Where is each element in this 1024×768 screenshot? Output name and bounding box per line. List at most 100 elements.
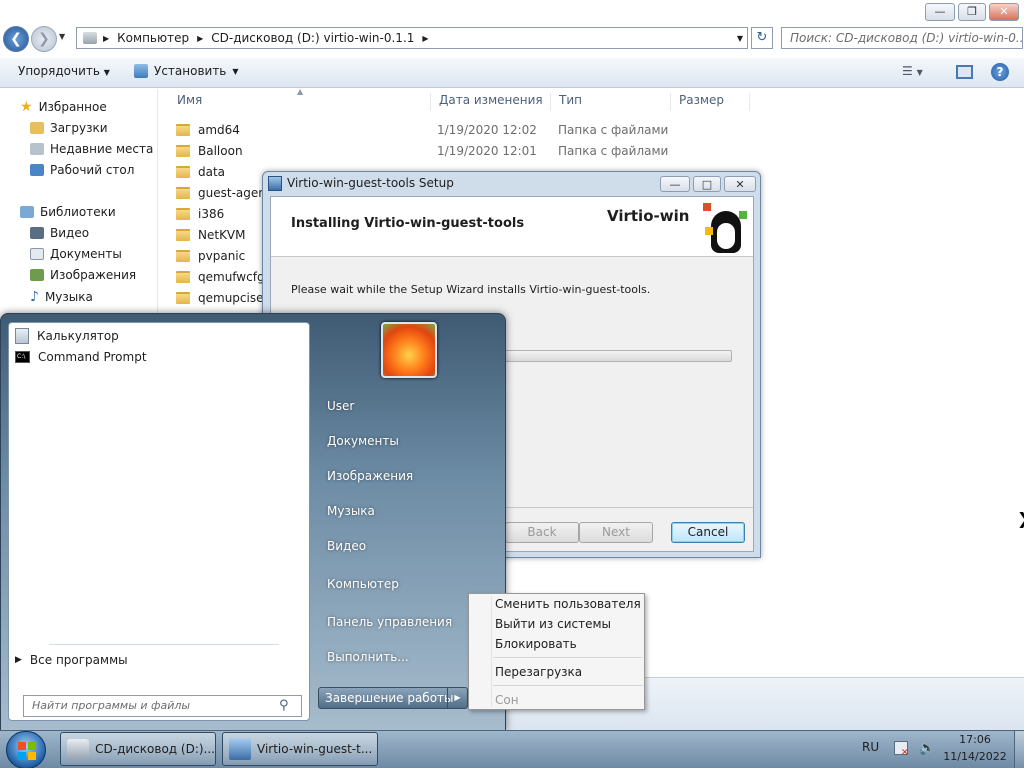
resize-cursor-icon: ❯ xyxy=(1017,509,1024,528)
nav-documents[interactable]: Документы xyxy=(30,247,122,261)
search-icon[interactable]: ⚲ xyxy=(279,698,289,713)
menu-gutter xyxy=(491,596,492,707)
right-user[interactable]: User xyxy=(327,399,354,413)
column-date[interactable]: Дата изменения xyxy=(430,93,543,111)
column-type[interactable]: Тип xyxy=(550,93,582,111)
nav-music[interactable]: ♪ Музыка xyxy=(30,289,93,305)
nav-desktop[interactable]: Рабочий стол xyxy=(30,163,134,177)
address-dropdown-icon[interactable]: ▼ xyxy=(737,34,743,43)
folder-icon xyxy=(176,249,190,262)
search-input[interactable]: Поиск: CD-дисковод (D:) virtio-win-0... xyxy=(781,27,1023,49)
restore-button[interactable]: ❐ xyxy=(958,3,986,21)
right-run[interactable]: Выполнить... xyxy=(327,650,409,664)
file-name: Balloon xyxy=(198,143,243,158)
column-headers: ▲ Имя Дата изменения Тип Размер xyxy=(159,87,1024,113)
start-menu: Калькулятор C:\ Command Prompt ▶ Все прогр… xyxy=(0,313,506,731)
right-control-panel[interactable]: Панель управления xyxy=(327,615,452,629)
install-menu[interactable]: Установить ▼ xyxy=(134,64,239,78)
start-button[interactable] xyxy=(6,731,46,768)
clock-date[interactable]: 11/14/2022 xyxy=(940,750,1010,763)
nav-libraries[interactable]: Библиотеки xyxy=(20,205,116,219)
tux-logo-icon xyxy=(703,203,749,253)
folder-icon xyxy=(176,270,190,283)
volume-icon[interactable]: 🔈 xyxy=(919,741,935,756)
close-button[interactable]: ✕ xyxy=(724,176,756,192)
menu-item-switch-user[interactable]: Сменить пользователя xyxy=(495,597,641,611)
program-calculator[interactable]: Калькулятор xyxy=(15,328,119,344)
program-command-prompt[interactable]: C:\ Command Prompt xyxy=(15,350,147,364)
address-bar[interactable]: ▶ Компьютер ▶ CD-дисковод (D:) virtio-wi… xyxy=(76,27,748,49)
nav-label: Документы xyxy=(50,247,122,261)
taskbar-item-setup[interactable]: Virtio-win-guest-t... xyxy=(222,732,378,766)
refresh-icon[interactable]: ↻ xyxy=(751,27,773,49)
preview-pane-icon[interactable] xyxy=(956,65,973,79)
breadcrumb-drive[interactable]: CD-дисковод (D:) virtio-win-0.1.1 xyxy=(211,31,414,45)
breadcrumb-computer[interactable]: Компьютер xyxy=(117,31,189,45)
brand-label: Virtio-win xyxy=(607,207,690,225)
column-name[interactable]: Имя xyxy=(169,93,202,111)
recent-pages-chevron-icon[interactable]: ▼ xyxy=(59,32,65,41)
list-item[interactable]: Balloon 1/19/2020 12:01 Папка с файлами xyxy=(176,140,696,161)
show-desktop-button[interactable] xyxy=(1014,731,1024,768)
breadcrumb-chevron-icon[interactable]: ▶ xyxy=(422,34,428,43)
cd-drive-icon xyxy=(67,739,90,759)
install-label: Установить xyxy=(154,64,227,78)
recent-places-icon xyxy=(30,143,44,155)
right-computer[interactable]: Компьютер xyxy=(327,577,399,591)
start-search-input[interactable]: Найти программы и файлы xyxy=(23,695,302,717)
next-button[interactable]: Next xyxy=(579,522,653,543)
back-button[interactable]: ❮ xyxy=(3,26,29,52)
windows-logo-icon xyxy=(18,742,26,750)
dropdown-arrow-icon: ▼ xyxy=(232,66,239,76)
minimize-button[interactable]: — xyxy=(660,176,690,192)
menu-item-restart[interactable]: Перезагрузка xyxy=(495,665,582,679)
nav-video[interactable]: Видео xyxy=(30,226,89,240)
nav-label: Изображения xyxy=(50,268,137,282)
folder-icon xyxy=(176,165,190,178)
taskbar-item-explorer[interactable]: CD-дисковод (D:)... xyxy=(60,732,216,766)
shutdown-button[interactable]: Завершение работы ▶ xyxy=(318,687,468,709)
menu-item-logoff[interactable]: Выйти из системы xyxy=(495,617,611,631)
network-icon[interactable]: ✕ xyxy=(894,741,909,758)
nav-downloads[interactable]: Загрузки xyxy=(30,121,108,135)
organize-menu[interactable]: Упорядочить ▼ xyxy=(18,64,110,78)
folder-icon xyxy=(176,123,190,136)
program-label: Command Prompt xyxy=(38,350,147,364)
nav-label: Избранное xyxy=(38,100,107,114)
column-size[interactable]: Размер xyxy=(670,93,750,111)
folder-icon xyxy=(176,144,190,157)
language-indicator[interactable]: RU xyxy=(862,740,879,754)
menu-item-lock[interactable]: Блокировать xyxy=(495,637,577,651)
nav-label: Рабочий стол xyxy=(50,163,135,177)
breadcrumb-chevron-icon[interactable]: ▶ xyxy=(103,34,109,43)
menu-item-sleep[interactable]: Сон xyxy=(495,693,519,707)
shutdown-arrow-icon[interactable]: ▶ xyxy=(447,688,467,708)
setup-header: Installing Virtio-win-guest-tools Virtio… xyxy=(271,197,753,257)
right-pictures[interactable]: Изображения xyxy=(327,469,413,483)
nav-pictures[interactable]: Изображения xyxy=(30,268,136,282)
file-name: pvpanic xyxy=(198,248,246,263)
right-documents[interactable]: Документы xyxy=(327,434,399,448)
breadcrumb-chevron-icon[interactable]: ▶ xyxy=(197,34,203,43)
nav-favorites[interactable]: ★ Избранное xyxy=(20,99,107,115)
all-programs[interactable]: ▶ Все программы xyxy=(15,653,128,667)
right-video[interactable]: Видео xyxy=(327,539,366,553)
view-icon[interactable]: ☰ ▼ xyxy=(902,64,923,78)
close-button[interactable]: ✕ xyxy=(989,3,1019,21)
list-item[interactable]: amd64 1/19/2020 12:02 Папка с файлами xyxy=(176,119,696,140)
back-button[interactable]: Back xyxy=(505,522,579,543)
start-menu-programs: Калькулятор C:\ Command Prompt ▶ Все прогр… xyxy=(8,322,310,721)
help-icon[interactable]: ? xyxy=(991,63,1009,81)
nav-label: Видео xyxy=(50,226,90,240)
cancel-button[interactable]: Cancel xyxy=(671,522,745,543)
video-icon xyxy=(30,227,44,239)
clock-time[interactable]: 17:06 xyxy=(945,733,1005,746)
nav-recent[interactable]: Недавние места xyxy=(30,142,153,156)
forward-button[interactable]: ❯ xyxy=(31,26,57,52)
maximize-button[interactable]: □ xyxy=(693,176,721,192)
arrow-right-icon: ▶ xyxy=(15,655,22,665)
right-music[interactable]: Музыка xyxy=(327,504,375,518)
user-avatar[interactable] xyxy=(381,322,437,378)
minimize-button[interactable]: — xyxy=(925,3,955,21)
file-name: guest-agent xyxy=(198,185,271,200)
